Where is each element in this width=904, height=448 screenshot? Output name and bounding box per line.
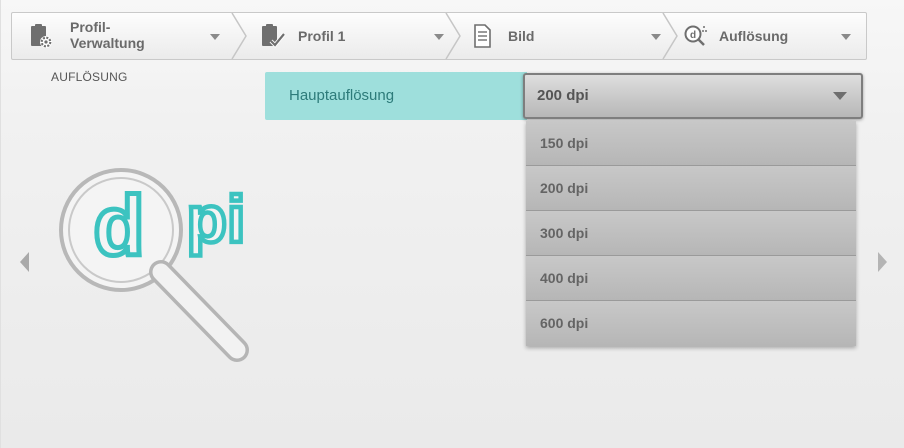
breadcrumb-separator: [231, 13, 247, 59]
breadcrumb: Profil- Verwaltung Profil 1 Bild d Auflö…: [11, 12, 867, 60]
svg-text:d: d: [690, 30, 696, 41]
select-value: 200 dpi: [537, 87, 589, 104]
chevron-down-icon: [210, 34, 220, 40]
setting-label: Hauptauflösung: [265, 72, 527, 120]
page: Profil- Verwaltung Profil 1 Bild d Auflö…: [0, 0, 904, 448]
dpi-letters-pi: pi: [187, 182, 246, 256]
dropdown-option-300-dpi[interactable]: 300 dpi: [526, 211, 856, 256]
breadcrumb-separator: [662, 13, 678, 59]
chevron-down-icon: [434, 34, 444, 40]
breadcrumb-item-label-line2: Verwaltung: [70, 35, 145, 51]
breadcrumb-item-label-line1: Profil-: [70, 19, 111, 35]
clipboard-gear-icon: [31, 24, 52, 48]
breadcrumb-item-profile-management[interactable]: Profil- Verwaltung: [12, 13, 234, 59]
dropdown-option-200-dpi[interactable]: 200 dpi: [526, 166, 856, 211]
breadcrumb-item-profile-1[interactable]: Profil 1: [248, 13, 446, 59]
chevron-down-icon: [651, 34, 661, 40]
magnifier-dpi-icon: d pi: [59, 168, 249, 362]
chevron-down-icon[interactable]: [833, 92, 847, 100]
chevron-right-icon[interactable]: [878, 252, 887, 272]
chevron-left-icon[interactable]: [20, 252, 29, 272]
clipboard-check-icon: [262, 24, 286, 48]
chevron-down-icon: [841, 34, 851, 40]
dropdown-option-150-dpi[interactable]: 150 dpi: [526, 121, 856, 166]
dropdown-option-400-dpi[interactable]: 400 dpi: [526, 256, 856, 301]
breadcrumb-item-resolution[interactable]: d Auflösung: [679, 13, 867, 59]
section-title: AUFLÖSUNG: [51, 70, 128, 84]
breadcrumb-separator: [445, 13, 461, 59]
breadcrumb-item-label: Bild: [508, 28, 535, 44]
document-icon: [474, 24, 491, 48]
breadcrumb-item-label: Auflösung: [719, 28, 789, 44]
resolution-icon: d: [684, 25, 707, 46]
dropdown-option-600-dpi[interactable]: 600 dpi: [526, 301, 856, 346]
dpi-letter-d: d: [93, 179, 144, 273]
resolution-dropdown: 150 dpi 200 dpi 300 dpi 400 dpi 600 dpi: [526, 121, 856, 346]
breadcrumb-item-label: Profil 1: [298, 28, 346, 44]
resolution-select[interactable]: 200 dpi: [523, 73, 863, 119]
breadcrumb-item-image[interactable]: Bild: [464, 13, 664, 59]
